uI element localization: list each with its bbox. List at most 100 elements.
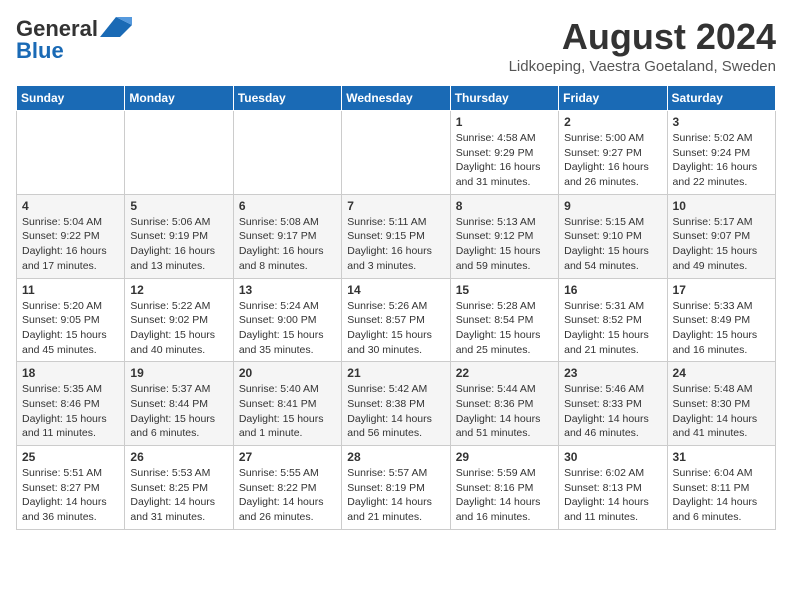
day-number: 31 — [673, 450, 770, 464]
day-number: 13 — [239, 283, 336, 297]
table-row: 14 Sunrise: 5:26 AM Sunset: 8:57 PM Dayli… — [342, 278, 450, 362]
calendar-title: August 2024 — [509, 16, 776, 58]
table-row: 6 Sunrise: 5:08 AM Sunset: 9:17 PM Daylig… — [233, 194, 341, 278]
day-number: 28 — [347, 450, 444, 464]
day-info: Sunrise: 5:22 AM Sunset: 9:02 PM Dayligh… — [130, 299, 227, 358]
day-number: 20 — [239, 366, 336, 380]
day-info: Sunrise: 5:02 AM Sunset: 9:24 PM Dayligh… — [673, 131, 770, 190]
table-row: 11 Sunrise: 5:20 AM Sunset: 9:05 PM Dayli… — [17, 278, 125, 362]
calendar-subtitle: Lidkoeping, Vaestra Goetaland, Sweden — [509, 58, 776, 75]
day-info: Sunrise: 5:15 AM Sunset: 9:10 PM Dayligh… — [564, 215, 661, 274]
day-info: Sunrise: 5:13 AM Sunset: 9:12 PM Dayligh… — [456, 215, 553, 274]
table-row: 4 Sunrise: 5:04 AM Sunset: 9:22 PM Daylig… — [17, 194, 125, 278]
calendar-week-row: 18 Sunrise: 5:35 AM Sunset: 8:46 PM Dayli… — [17, 362, 776, 446]
day-number: 12 — [130, 283, 227, 297]
table-row: 21 Sunrise: 5:42 AM Sunset: 8:38 PM Dayli… — [342, 362, 450, 446]
day-number: 11 — [22, 283, 119, 297]
table-row: 19Sunrise: 5:37 AM Sunset: 8:44 PM Dayli… — [125, 362, 233, 446]
day-info: Sunrise: 5:33 AM Sunset: 8:49 PM Dayligh… — [673, 299, 770, 358]
day-number: 18 — [22, 366, 119, 380]
calendar-week-row: 4 Sunrise: 5:04 AM Sunset: 9:22 PM Daylig… — [17, 194, 776, 278]
table-row: 7Sunrise: 5:11 AM Sunset: 9:15 PM Daylig… — [342, 194, 450, 278]
day-number: 9 — [564, 199, 661, 213]
day-number: 27 — [239, 450, 336, 464]
table-row: 18 Sunrise: 5:35 AM Sunset: 8:46 PM Dayli… — [17, 362, 125, 446]
table-row — [342, 111, 450, 195]
day-number: 7 — [347, 199, 444, 213]
calendar-week-row: 25Sunrise: 5:51 AM Sunset: 8:27 PM Dayli… — [17, 446, 776, 530]
day-info: Sunrise: 5:44 AM Sunset: 8:36 PM Dayligh… — [456, 382, 553, 441]
header-saturday: Saturday — [667, 86, 775, 111]
table-row: 3 Sunrise: 5:02 AM Sunset: 9:24 PM Daylig… — [667, 111, 775, 195]
day-info: Sunrise: 5:48 AM Sunset: 8:30 PM Dayligh… — [673, 382, 770, 441]
day-number: 25 — [22, 450, 119, 464]
day-info: Sunrise: 5:08 AM Sunset: 9:17 PM Dayligh… — [239, 215, 336, 274]
table-row: 28Sunrise: 5:57 AM Sunset: 8:19 PM Dayli… — [342, 446, 450, 530]
table-row: 15 Sunrise: 5:28 AM Sunset: 8:54 PM Dayli… — [450, 278, 558, 362]
table-row: 20 Sunrise: 5:40 AM Sunset: 8:41 PM Dayli… — [233, 362, 341, 446]
header-sunday: Sunday — [17, 86, 125, 111]
table-row — [125, 111, 233, 195]
title-block: August 2024 Lidkoeping, Vaestra Goetalan… — [509, 16, 776, 75]
table-row: 17Sunrise: 5:33 AM Sunset: 8:49 PM Dayli… — [667, 278, 775, 362]
table-row: 26Sunrise: 5:53 AM Sunset: 8:25 PM Dayli… — [125, 446, 233, 530]
day-info: Sunrise: 5:37 AM Sunset: 8:44 PM Dayligh… — [130, 382, 227, 441]
day-info: Sunrise: 5:40 AM Sunset: 8:41 PM Dayligh… — [239, 382, 336, 441]
day-info: Sunrise: 5:42 AM Sunset: 8:38 PM Dayligh… — [347, 382, 444, 441]
day-number: 5 — [130, 199, 227, 213]
day-number: 16 — [564, 283, 661, 297]
table-row: 31 Sunrise: 6:04 AM Sunset: 8:11 PM Dayli… — [667, 446, 775, 530]
table-row: 2 Sunrise: 5:00 AM Sunset: 9:27 PM Daylig… — [559, 111, 667, 195]
day-info: Sunrise: 5:00 AM Sunset: 9:27 PM Dayligh… — [564, 131, 661, 190]
table-row: 27Sunrise: 5:55 AM Sunset: 8:22 PM Dayli… — [233, 446, 341, 530]
table-row: 13Sunrise: 5:24 AM Sunset: 9:00 PM Dayli… — [233, 278, 341, 362]
logo-blue-text: Blue — [16, 38, 64, 64]
day-number: 22 — [456, 366, 553, 380]
day-number: 15 — [456, 283, 553, 297]
day-info: Sunrise: 5:17 AM Sunset: 9:07 PM Dayligh… — [673, 215, 770, 274]
table-row: 16 Sunrise: 5:31 AM Sunset: 8:52 PM Dayli… — [559, 278, 667, 362]
table-row: 10Sunrise: 5:17 AM Sunset: 9:07 PM Dayli… — [667, 194, 775, 278]
day-info: Sunrise: 5:59 AM Sunset: 8:16 PM Dayligh… — [456, 466, 553, 525]
calendar-week-row: 1Sunrise: 4:58 AM Sunset: 9:29 PM Daylig… — [17, 111, 776, 195]
day-number: 23 — [564, 366, 661, 380]
day-number: 1 — [456, 115, 553, 129]
logo: General Blue — [16, 16, 132, 64]
day-info: Sunrise: 5:20 AM Sunset: 9:05 PM Dayligh… — [22, 299, 119, 358]
day-number: 2 — [564, 115, 661, 129]
day-info: Sunrise: 5:06 AM Sunset: 9:19 PM Dayligh… — [130, 215, 227, 274]
day-info: Sunrise: 6:04 AM Sunset: 8:11 PM Dayligh… — [673, 466, 770, 525]
table-row: 1Sunrise: 4:58 AM Sunset: 9:29 PM Daylig… — [450, 111, 558, 195]
table-row: 30 Sunrise: 6:02 AM Sunset: 8:13 PM Dayli… — [559, 446, 667, 530]
header-monday: Monday — [125, 86, 233, 111]
day-number: 14 — [347, 283, 444, 297]
day-info: Sunrise: 5:04 AM Sunset: 9:22 PM Dayligh… — [22, 215, 119, 274]
table-row: 22 Sunrise: 5:44 AM Sunset: 8:36 PM Dayli… — [450, 362, 558, 446]
table-row: 12 Sunrise: 5:22 AM Sunset: 9:02 PM Dayli… — [125, 278, 233, 362]
day-info: Sunrise: 5:26 AM Sunset: 8:57 PM Dayligh… — [347, 299, 444, 358]
day-number: 26 — [130, 450, 227, 464]
day-number: 4 — [22, 199, 119, 213]
day-info: Sunrise: 6:02 AM Sunset: 8:13 PM Dayligh… — [564, 466, 661, 525]
table-row — [17, 111, 125, 195]
logo-icon — [100, 17, 132, 37]
table-row — [233, 111, 341, 195]
header-wednesday: Wednesday — [342, 86, 450, 111]
day-number: 30 — [564, 450, 661, 464]
day-number: 21 — [347, 366, 444, 380]
calendar-table: Sunday Monday Tuesday Wednesday Thursday… — [16, 85, 776, 530]
day-number: 8 — [456, 199, 553, 213]
day-number: 3 — [673, 115, 770, 129]
table-row: 9 Sunrise: 5:15 AM Sunset: 9:10 PM Daylig… — [559, 194, 667, 278]
table-row: 25Sunrise: 5:51 AM Sunset: 8:27 PM Dayli… — [17, 446, 125, 530]
day-info: Sunrise: 5:28 AM Sunset: 8:54 PM Dayligh… — [456, 299, 553, 358]
table-row: 8 Sunrise: 5:13 AM Sunset: 9:12 PM Daylig… — [450, 194, 558, 278]
day-info: Sunrise: 5:35 AM Sunset: 8:46 PM Dayligh… — [22, 382, 119, 441]
header-tuesday: Tuesday — [233, 86, 341, 111]
day-info: Sunrise: 5:31 AM Sunset: 8:52 PM Dayligh… — [564, 299, 661, 358]
day-number: 29 — [456, 450, 553, 464]
table-row: 24Sunrise: 5:48 AM Sunset: 8:30 PM Dayli… — [667, 362, 775, 446]
day-number: 6 — [239, 199, 336, 213]
header-friday: Friday — [559, 86, 667, 111]
table-row: 23Sunrise: 5:46 AM Sunset: 8:33 PM Dayli… — [559, 362, 667, 446]
